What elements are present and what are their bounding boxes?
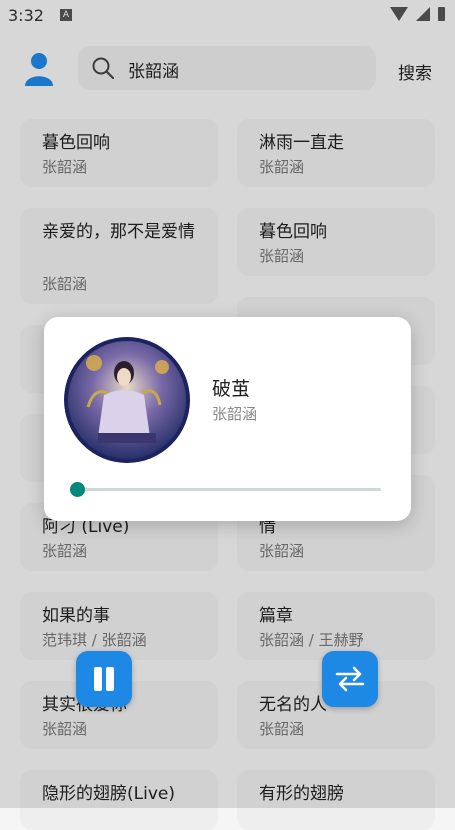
pause-button[interactable] (76, 651, 132, 707)
now-playing-artist: 张韶涵 (212, 405, 258, 423)
swap-icon (335, 666, 365, 692)
now-playing-dialog: 破茧 张韶涵 (44, 317, 411, 521)
switch-button[interactable] (322, 651, 378, 707)
now-playing-title: 破茧 (212, 378, 251, 400)
pause-icon (94, 667, 114, 691)
seek-bar[interactable] (77, 488, 381, 491)
album-cover-icon (64, 337, 190, 463)
seek-knob[interactable] (69, 482, 85, 497)
